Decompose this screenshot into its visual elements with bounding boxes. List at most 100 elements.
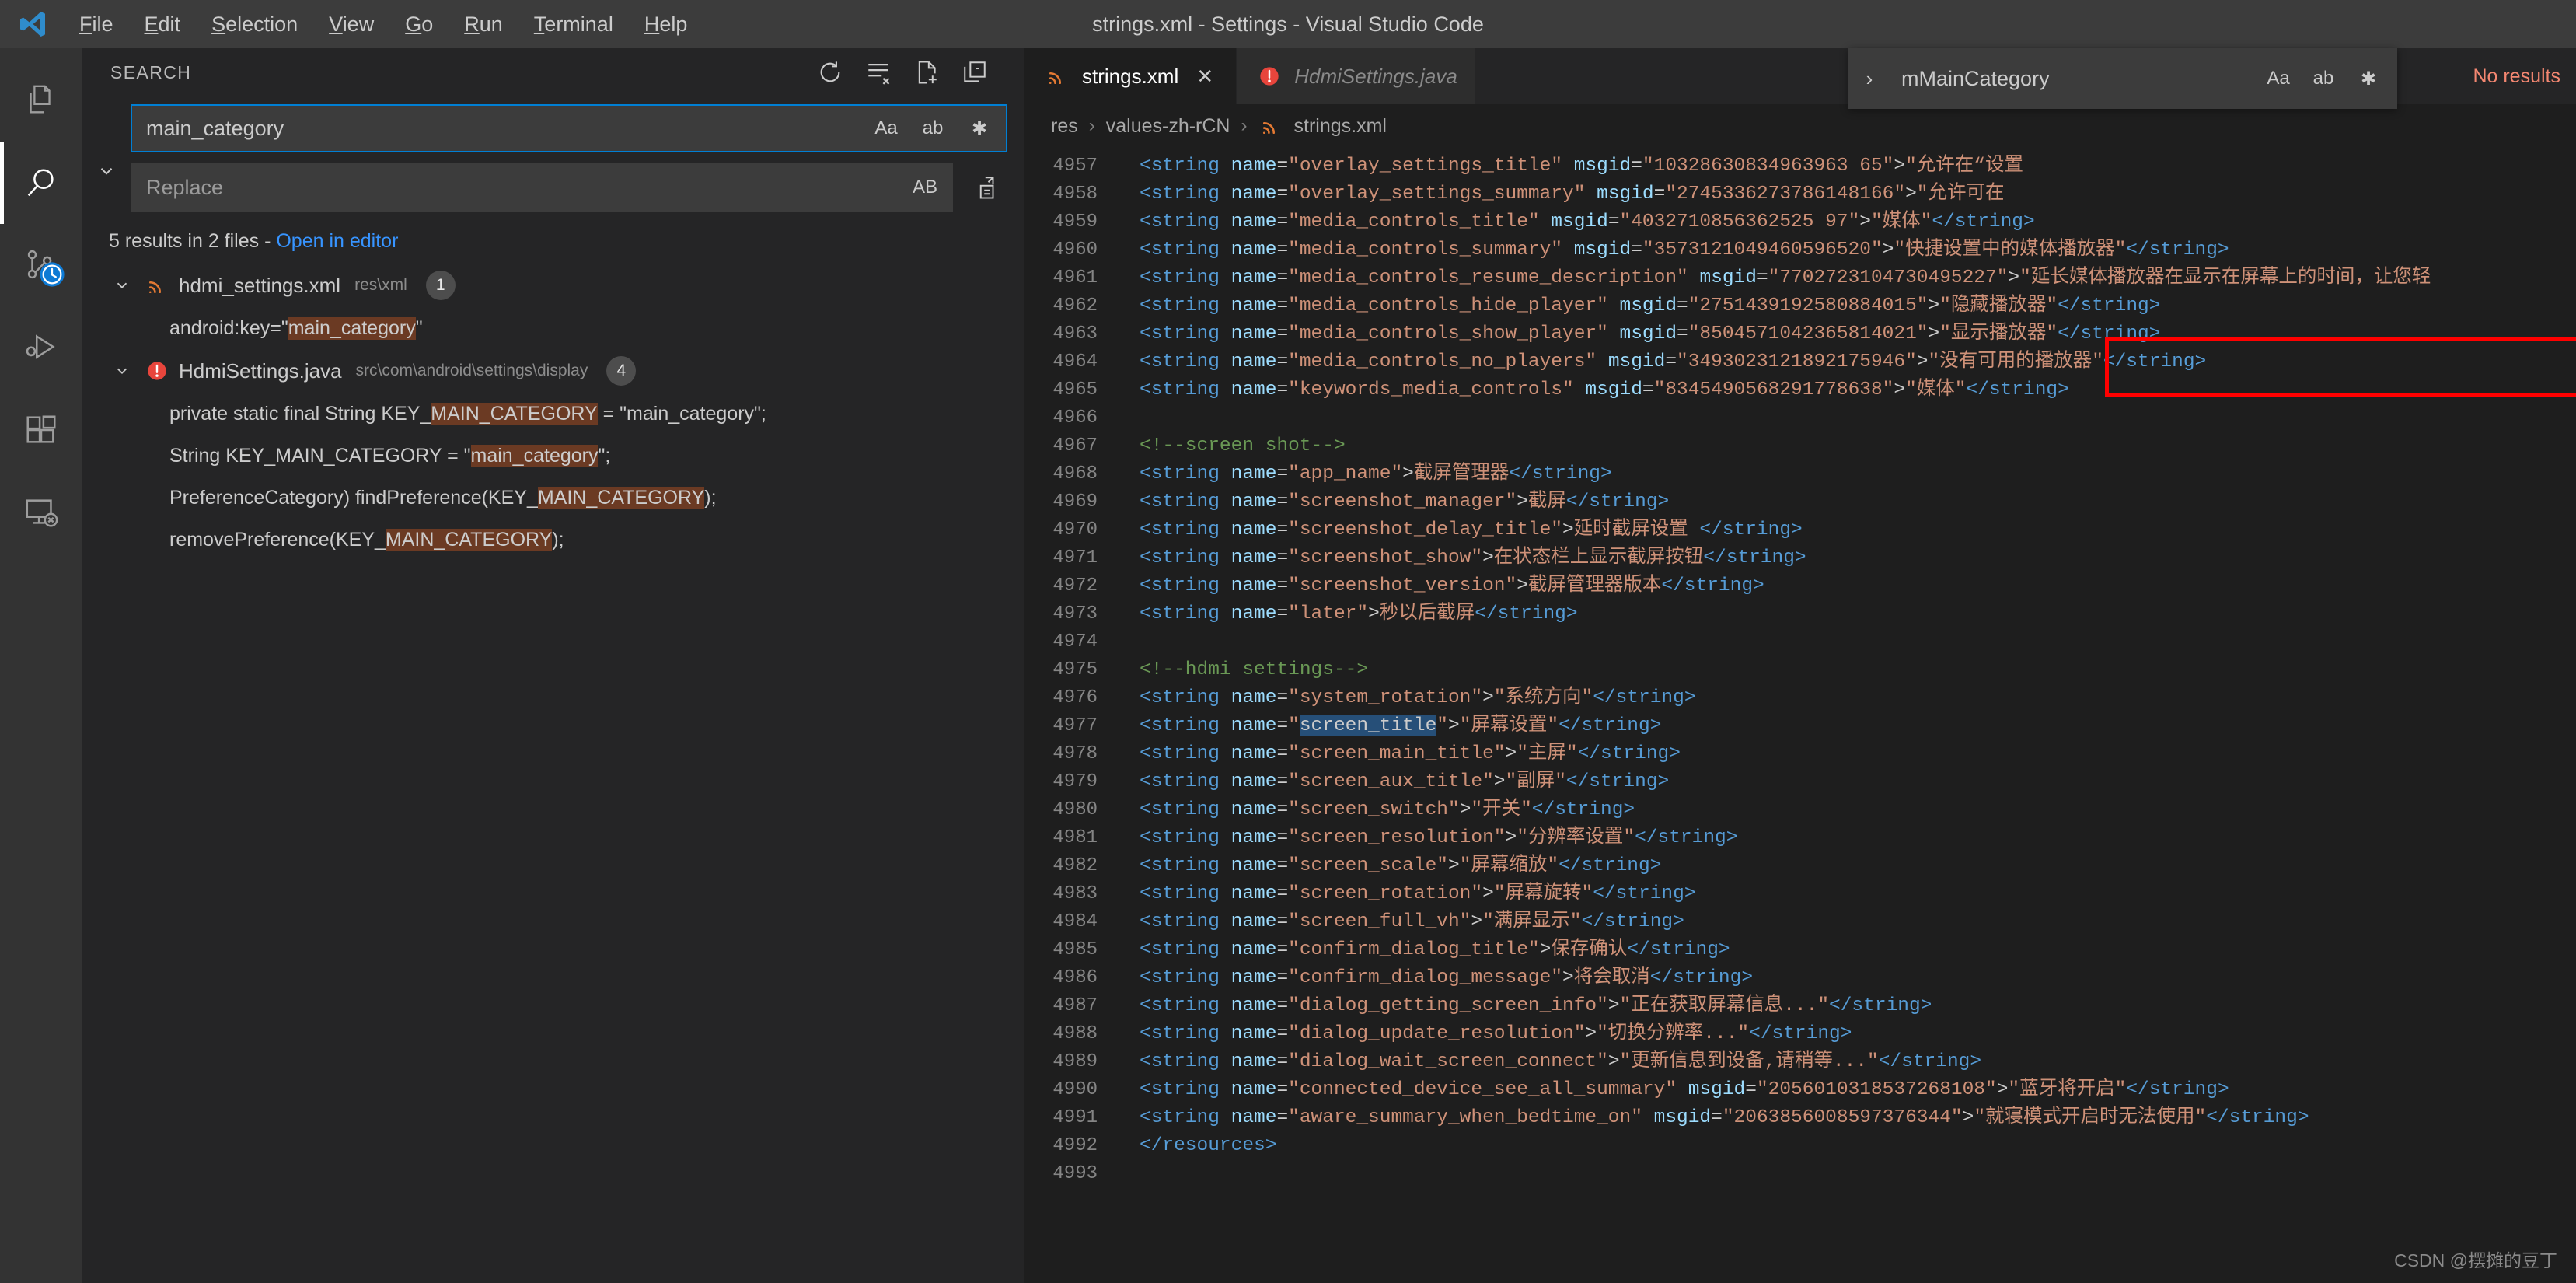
code-token: <string <box>1140 883 1231 904</box>
match-case-icon[interactable]: Aa <box>869 111 903 145</box>
code-line[interactable]: <string name="screen_switch">"开关"</strin… <box>1140 796 2576 824</box>
activity-item-run-and-debug[interactable] <box>0 306 82 389</box>
code-line[interactable]: <string name="overlay_settings_summary" … <box>1140 180 2576 208</box>
preserve-case-icon[interactable]: AB <box>908 170 942 205</box>
code-line[interactable]: <string name="overlay_settings_title" ms… <box>1140 152 2576 180</box>
menu-item-view[interactable]: View <box>313 7 389 41</box>
find-input[interactable]: mMainCategory <box>1894 58 2251 100</box>
sidebar-scrollbar[interactable] <box>1011 660 1024 1283</box>
breadcrumb-item[interactable]: res <box>1051 115 1078 138</box>
code-line[interactable]: <string name="dialog_wait_screen_connect… <box>1140 1048 2576 1076</box>
breadcrumb-item[interactable]: strings.xml <box>1294 115 1387 138</box>
code-line[interactable]: <string name="media_controls_no_players"… <box>1140 348 2576 376</box>
code-line[interactable]: <string name="media_controls_title" msgi… <box>1140 208 2576 236</box>
search-input[interactable]: main_category Aa ab ✱ <box>131 104 1007 152</box>
code-line[interactable]: <string name="screenshot_manager">截屏</st… <box>1140 488 2576 516</box>
code-token: > <box>1482 547 1494 568</box>
code-token: = <box>1711 1107 1723 1128</box>
code-line[interactable]: <string name="keywords_media_controls" m… <box>1140 376 2576 404</box>
clear-results-icon[interactable] <box>863 57 894 88</box>
refresh-icon[interactable] <box>815 57 846 88</box>
use-regex-icon[interactable]: ✱ <box>2352 68 2385 90</box>
code-line[interactable] <box>1140 404 2576 432</box>
code-line[interactable]: <string name="connected_device_see_all_s… <box>1140 1076 2576 1104</box>
open-in-editor-link[interactable]: Open in editor <box>276 230 398 252</box>
activity-item-source-control[interactable] <box>0 224 82 306</box>
code-line[interactable]: <!--screen shot--> <box>1140 432 2576 460</box>
code-line[interactable]: <string name="screen_main_title">"主屏"</s… <box>1140 740 2576 768</box>
activity-item-search[interactable] <box>0 142 82 224</box>
menu-bar[interactable]: File Edit Selection View Go Run Terminal Help <box>64 7 703 41</box>
code-line[interactable]: <string name="media_controls_show_player… <box>1140 320 2576 348</box>
code-line[interactable]: <string name="screen_scale">"屏幕缩放"</stri… <box>1140 852 2576 880</box>
code-line[interactable]: <string name="aware_summary_when_bedtime… <box>1140 1104 2576 1132</box>
code-line[interactable] <box>1140 628 2576 656</box>
code-line[interactable]: <string name="media_controls_hide_player… <box>1140 292 2576 320</box>
result-file-row[interactable]: hdmi_settings.xml res\xml 1 <box>99 264 1024 307</box>
code-line[interactable]: <string name="dialog_update_resolution">… <box>1140 1020 2576 1048</box>
menu-item-go[interactable]: Go <box>389 7 449 41</box>
code-token: </string> <box>1559 715 1662 736</box>
match-whole-word-icon[interactable]: ab <box>2307 68 2340 89</box>
code-area[interactable]: <string name="overlay_settings_title" ms… <box>1115 148 2576 1283</box>
code-line[interactable]: <string name="screen_rotation">"屏幕旋转"</s… <box>1140 880 2576 908</box>
text-editor[interactable]: 4957 4958 4959 4960 4961 4962 4963 4964 4965 4966… <box>1024 148 2576 1283</box>
chevron-down-icon[interactable] <box>109 277 135 294</box>
code-line[interactable] <box>1140 1160 2576 1188</box>
result-match-line[interactable]: PreferenceCategory) findPreference(KEY_ M… <box>99 477 1024 519</box>
result-file-row[interactable]: HdmiSettings.java src\com\android\setting… <box>99 349 1024 393</box>
menu-item-help[interactable]: Help <box>629 7 703 41</box>
result-match-line[interactable]: String KEY_MAIN_CATEGORY = " main_categor… <box>99 435 1024 477</box>
code-line[interactable]: <string name="screen_aux_title">"副屏"</st… <box>1140 768 2576 796</box>
code-content[interactable]: <string name="overlay_settings_title" ms… <box>1115 152 2576 1188</box>
editor-tab[interactable]: HdmiSettings.java <box>1237 48 1475 104</box>
open-new-search-editor-icon[interactable] <box>911 57 942 88</box>
code-line[interactable]: <string name="screen_title">"屏幕设置"</stri… <box>1140 712 2576 740</box>
code-token: = <box>1607 212 1620 232</box>
match-whole-word-icon[interactable]: ab <box>916 111 950 145</box>
replace-input[interactable]: Replace AB <box>131 163 953 212</box>
code-token: > <box>1928 295 1940 316</box>
code-line[interactable]: <string name="confirm_dialog_message">将会… <box>1140 964 2576 992</box>
search-row: main_category Aa ab ✱ <box>131 104 1007 152</box>
match-case-icon[interactable]: Aa <box>2262 68 2295 89</box>
code-line[interactable]: <string name="screenshot_show">在状态栏上显示截屏… <box>1140 544 2576 572</box>
activity-item-extensions[interactable] <box>0 389 82 471</box>
chevron-right-icon[interactable]: › <box>1856 67 1883 91</box>
menu-item-edit[interactable]: Edit <box>129 7 197 41</box>
result-match-line[interactable]: android:key=" main_category " <box>99 307 1024 349</box>
code-line[interactable]: <string name="system_rotation">"系统方向"</s… <box>1140 684 2576 712</box>
menu-item-terminal[interactable]: Terminal <box>518 7 629 41</box>
code-line[interactable]: <string name="screen_resolution">"分辨率设置"… <box>1140 824 2576 852</box>
result-match-line[interactable]: removePreference(KEY_ MAIN_CATEGORY); <box>99 519 1024 561</box>
editor-tab[interactable]: strings.xml ✕ <box>1024 48 1237 104</box>
close-icon[interactable]: ✕ <box>1191 65 1219 89</box>
menu-item-selection[interactable]: Selection <box>196 7 313 41</box>
menu-item-run[interactable]: Run <box>449 7 518 41</box>
editor-find-widget[interactable]: › mMainCategory Aa ab ✱ <box>1848 48 2397 109</box>
code-line[interactable]: <!--hdmi settings--> <box>1140 656 2576 684</box>
code-line[interactable]: <string name="screen_full_vh">"满屏显示"</st… <box>1140 908 2576 936</box>
menu-item-file[interactable]: File <box>64 7 129 41</box>
collapse-all-icon[interactable] <box>959 57 990 88</box>
code-line[interactable]: <string name="media_controls_summary" ms… <box>1140 236 2576 264</box>
code-line[interactable]: <string name="screenshot_delay_title">延时… <box>1140 516 2576 544</box>
result-match-line[interactable]: private static final String KEY_ MAIN_CAT… <box>99 393 1024 435</box>
code-line[interactable]: <string name="confirm_dialog_title">保存确认… <box>1140 936 2576 964</box>
code-line[interactable]: </resources> <box>1140 1132 2576 1160</box>
code-line[interactable]: <string name="screenshot_version">截屏管理器版… <box>1140 572 2576 600</box>
activity-item-remote-explorer[interactable] <box>0 471 82 554</box>
breadcrumb-item[interactable]: values-zh-rCN <box>1106 115 1230 138</box>
code-line[interactable]: <string name="later">秒以后截屏</string> <box>1140 600 2576 628</box>
breadcrumb[interactable]: res › values-zh-rCN › strings.xml <box>1024 104 2576 148</box>
code-line[interactable]: <string name="media_controls_resume_desc… <box>1140 264 2576 292</box>
code-line[interactable]: <string name="app_name">截屏管理器</string> <box>1140 460 2576 488</box>
search-results-tree[interactable]: hdmi_settings.xml res\xml 1 android:key=" ma… <box>82 264 1024 561</box>
activity-item-explorer[interactable] <box>0 59 82 142</box>
code-line[interactable]: <string name="dialog_getting_screen_info… <box>1140 992 2576 1020</box>
replace-all-icon[interactable] <box>962 163 1007 212</box>
toggle-replace-button[interactable] <box>82 96 131 212</box>
chevron-down-icon[interactable] <box>109 362 135 379</box>
use-regex-icon[interactable]: ✱ <box>962 111 997 145</box>
